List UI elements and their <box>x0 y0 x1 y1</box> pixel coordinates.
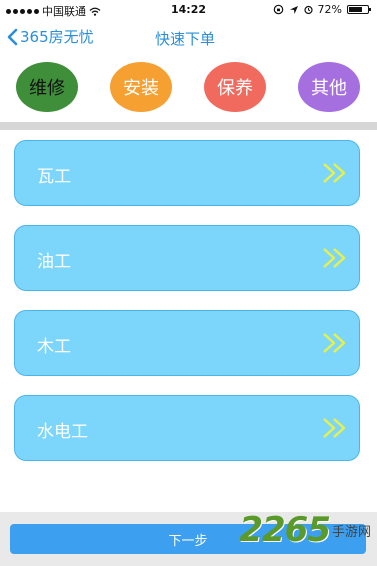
service-label: 水电工 <box>37 422 88 442</box>
location-icon <box>289 5 298 14</box>
watermark-number: 2265 <box>239 510 331 550</box>
category-label: 其他 <box>311 78 347 99</box>
service-item-carpentry[interactable]: 木工 <box>14 310 360 376</box>
back-label: 365房无忧 <box>20 28 94 46</box>
double-chevron-right-icon <box>323 418 346 438</box>
watermark-text: 手游网 <box>331 524 371 540</box>
category-repair[interactable]: 维修 <box>16 62 78 112</box>
back-button[interactable]: 365房无忧 <box>6 26 94 47</box>
service-label: 瓦工 <box>37 167 71 187</box>
battery-level <box>349 7 362 12</box>
battery-icon <box>347 5 371 14</box>
watermark-logo: 2265 手游网 <box>239 510 371 550</box>
service-item-plumbing-electric[interactable]: 水电工 <box>14 395 360 461</box>
nav-bar: 365房无忧 快速下单 <box>0 20 377 56</box>
category-label: 安装 <box>123 78 159 99</box>
chevron-left-icon <box>7 28 18 45</box>
category-label: 保养 <box>217 78 253 99</box>
double-chevron-right-icon <box>323 333 346 353</box>
service-label: 油工 <box>37 252 71 272</box>
category-install[interactable]: 安装 <box>110 62 172 112</box>
category-other[interactable]: 其他 <box>298 62 360 112</box>
service-item-tile[interactable]: 瓦工 <box>14 140 360 206</box>
service-label: 木工 <box>37 337 71 357</box>
status-right: 72% <box>273 3 371 16</box>
section-divider <box>0 122 377 130</box>
alarm-icon <box>303 5 313 15</box>
double-chevron-right-icon <box>323 248 346 268</box>
page-title: 快速下单 <box>155 30 216 48</box>
battery-percent: 72% <box>317 3 342 16</box>
double-chevron-right-icon <box>323 163 346 183</box>
category-label: 维修 <box>29 78 65 99</box>
service-item-paint[interactable]: 油工 <box>14 225 360 291</box>
category-maintenance[interactable]: 保养 <box>204 62 266 112</box>
rotation-lock-icon <box>273 4 283 15</box>
status-bar: 中国联通 14:22 72% <box>0 0 377 20</box>
category-bar: 维修 安装 保养 其他 <box>0 62 377 116</box>
